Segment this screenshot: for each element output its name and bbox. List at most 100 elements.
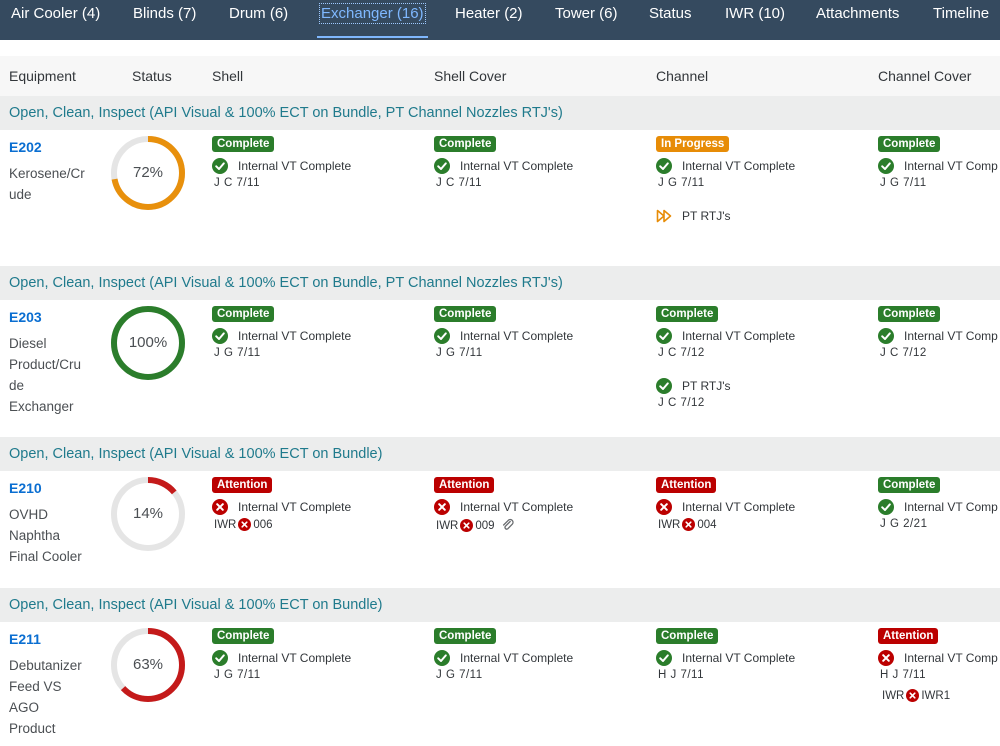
inspection-item-label: Internal VT Complete (238, 651, 352, 665)
component-cell: Complete Internal VT Complete J G 7/11 (212, 306, 427, 426)
status-badge: Complete (212, 306, 275, 322)
iwr-reference[interactable]: IWR 009 (436, 518, 515, 532)
inspection-item-label: Internal VT Complete (682, 329, 796, 343)
iwr-prefix: IWR (658, 519, 681, 531)
error-circle-icon (906, 689, 920, 702)
component-cell: In Progress Internal VT Complete J G 7/11 P… (656, 136, 871, 256)
check-circle-icon (434, 650, 450, 666)
column-header: Equipment Status Shell Shell Cover Chann… (0, 56, 1000, 96)
iwr-reference[interactable]: IWR 004 (658, 518, 717, 531)
iwr-reference[interactable]: IWR IWR1 (882, 689, 950, 702)
status-badge: Complete (878, 477, 941, 493)
inspector-initials-date: J G 7/11 (658, 177, 705, 189)
check-circle-icon (434, 158, 450, 174)
error-circle-icon (238, 518, 252, 531)
tab-iwr[interactable]: IWR (10) (725, 0, 785, 40)
status-badge: Complete (434, 306, 497, 322)
check-circle-icon (212, 158, 228, 174)
component-cell: Attention Internal VT Complete IWR 009 (434, 477, 649, 597)
tab-underline (317, 36, 428, 38)
inspector-initials-date: J G 7/11 (214, 347, 261, 359)
error-circle-icon (878, 650, 894, 666)
check-circle-icon (212, 328, 228, 344)
progress-ring: 100% (108, 303, 188, 383)
tab-drum[interactable]: Drum (6) (229, 0, 288, 40)
check-circle-icon (434, 328, 450, 344)
tab-status[interactable]: Status (649, 0, 692, 40)
status-badge: Complete (656, 628, 719, 644)
status-badge: Complete (878, 136, 941, 152)
error-circle-icon (656, 499, 672, 515)
description-line: Kerosene/Cr (9, 166, 85, 181)
inspection-item-label: Internal VT Complete (238, 159, 352, 173)
component-cell: Complete Internal VT Complete J G 7/11 (434, 628, 649, 746)
inspector-initials-date: J G 7/11 (214, 669, 261, 681)
equipment-id-link[interactable]: E202 (9, 139, 42, 155)
equipment-description: OVHD Naphtha Final Cooler (9, 504, 104, 567)
tab-air-cooler[interactable]: Air Cooler (4) (11, 0, 100, 40)
tab-label: Heater (2) (455, 5, 523, 22)
fast-forward-icon (656, 208, 672, 224)
description-line: Diesel (9, 336, 47, 351)
equipment-id-link[interactable]: E203 (9, 309, 42, 325)
description-line: OVHD (9, 507, 49, 522)
inspector-initials-date: J C 7/12 (658, 347, 705, 359)
component-cell: Complete Internal VT Comp J G 2/21 (878, 477, 1000, 597)
inspector-initials-date: J G 2/21 (880, 518, 928, 530)
top-nav: Air Cooler (4) Blinds (7) Drum (6) Excha… (0, 0, 1000, 40)
iwr-reference[interactable]: IWR 006 (214, 518, 273, 531)
inspection-item-label: Internal VT Comp (904, 500, 998, 514)
inspection-item-label: Internal VT Complete (460, 500, 574, 514)
component-cell: Complete Internal VT Complete J C 7/11 (434, 136, 649, 256)
inspection-item-label: Internal VT Complete (238, 329, 352, 343)
error-circle-icon (434, 499, 450, 515)
status-badge: Attention (878, 628, 939, 644)
inspector-initials-date: J G 7/11 (436, 347, 483, 359)
component-cell: Complete Internal VT Complete J G 7/11 (434, 306, 649, 426)
tab-tower[interactable]: Tower (6) (555, 0, 618, 40)
description-line: Product/Cru (9, 357, 82, 372)
error-circle-icon (460, 519, 474, 532)
column-channel: Channel (656, 68, 709, 84)
status-badge: Attention (656, 477, 717, 493)
column-shell-cover: Shell Cover (434, 68, 507, 84)
check-circle-icon (656, 650, 672, 666)
progress-ring: 63% (108, 625, 188, 705)
description-line: Product (9, 721, 56, 736)
status-badge: Complete (656, 306, 719, 322)
column-equipment: Equipment (9, 68, 76, 84)
group-header: Open, Clean, Inspect (API Visual & 100% … (0, 588, 1000, 622)
tab-label: Drum (6) (229, 5, 289, 22)
component-cell: Attention Internal VT Complete IWR 004 (656, 477, 871, 597)
tab-heater[interactable]: Heater (2) (455, 0, 523, 40)
tab-attachments[interactable]: Attachments (816, 0, 899, 40)
progress-percent: 72% (132, 164, 164, 181)
tab-blinds[interactable]: Blinds (7) (133, 0, 196, 40)
inspector-initials-date: J C 7/11 (436, 177, 482, 189)
tab-timeline[interactable]: Timeline (933, 0, 989, 40)
iwr-number: 006 (253, 519, 273, 531)
description-line: Feed VS (9, 679, 62, 694)
description-line: Debutanizer (9, 658, 82, 673)
group-title: Open, Clean, Inspect (API Visual & 100% … (9, 446, 383, 462)
tab-label: Status (649, 5, 692, 22)
component-cell: Attention Internal VT Comp H J 7/11 IWR IWR1 (878, 628, 1000, 746)
equipment-id-link[interactable]: E211 (9, 631, 41, 647)
description-line: de (9, 378, 25, 393)
inspector-initials-date: J G 7/11 (880, 177, 927, 189)
check-circle-icon (878, 499, 894, 515)
column-channel-cover: Channel Cover (878, 68, 972, 84)
tab-label: Exchanger (16) (319, 3, 426, 24)
check-circle-icon (656, 328, 672, 344)
check-circle-icon (656, 158, 672, 174)
component-cell: Complete Internal VT Complete J C 7/11 (212, 136, 427, 256)
status-badge: Attention (212, 477, 273, 493)
status-badge: In Progress (656, 136, 730, 152)
inspection-item-label: Internal VT Comp (904, 329, 998, 343)
equipment-id-link[interactable]: E210 (9, 480, 42, 496)
status-badge: Complete (434, 136, 497, 152)
component-cell: Complete Internal VT Comp J G 7/11 (878, 136, 1000, 256)
paperclip-icon[interactable] (501, 518, 515, 532)
tab-exchanger[interactable]: Exchanger (16) (317, 0, 428, 40)
group-title: Open, Clean, Inspect (API Visual & 100% … (9, 597, 383, 613)
